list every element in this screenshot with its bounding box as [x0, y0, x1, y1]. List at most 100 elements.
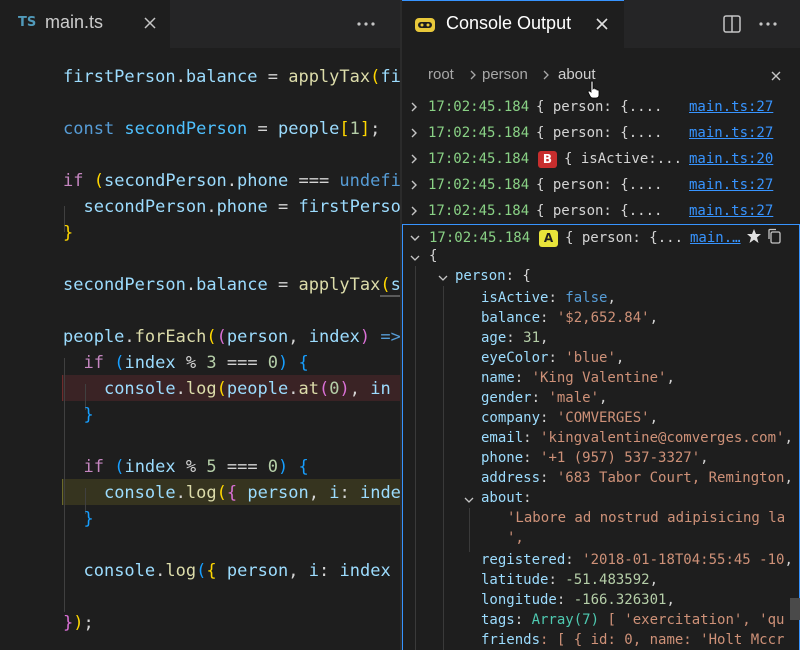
source-link[interactable]: main.ts:27	[689, 172, 773, 198]
code-token: .	[124, 327, 135, 347]
code-token: secondPerson	[103, 171, 227, 191]
code-token: (	[216, 483, 227, 503]
breadcrumb-root[interactable]: root	[428, 66, 454, 83]
log-entry[interactable]: 17:02:45.184 { person: {.... main.ts:27	[402, 172, 800, 198]
chevron-down-icon[interactable]	[409, 232, 421, 244]
code-line: firstPerson.balance = applyTax(fi	[63, 64, 400, 90]
chevron-right-icon[interactable]	[408, 153, 420, 165]
log-detail-tree: { person: { isActive: false, balance: '$2…	[402, 246, 800, 650]
tree-property: gender: 'male',	[481, 390, 608, 406]
code-token: inde	[359, 483, 400, 503]
scrollbar-thumb[interactable]	[790, 598, 800, 620]
star-icon[interactable]	[746, 228, 762, 244]
log-entry[interactable]: 17:02:45.184 { person: {.... main.ts:27	[402, 94, 800, 120]
chevron-right-icon[interactable]	[408, 179, 420, 191]
code-token: :	[319, 561, 340, 581]
source-link[interactable]: main.ts:27	[689, 120, 773, 146]
code-token: firstPerso	[298, 197, 400, 217]
log-entry[interactable]: 17:02:45.184 B { isActive:... main.ts:20	[402, 146, 800, 172]
code-token: (	[380, 275, 391, 295]
panel-tab-bar: Console Output	[402, 0, 800, 48]
code-token: balance	[196, 275, 268, 295]
tree-property: isActive: false,	[481, 290, 616, 306]
log-entry[interactable]: 17:02:45.184 { person: {.... main.ts:27	[402, 120, 800, 146]
code-token: index	[124, 457, 176, 477]
tree-property: registered: '2018-01-18T04:55:45 -10,	[481, 552, 793, 568]
code-token: .	[185, 275, 197, 295]
code-token: index	[124, 353, 176, 373]
tree-node-person[interactable]: person: {	[455, 266, 531, 286]
code-token: :	[339, 483, 360, 503]
code-token: .	[175, 379, 186, 399]
more-actions-icon[interactable]	[354, 12, 378, 36]
log-timestamp: 17:02:45.184	[428, 125, 530, 141]
breadcrumb-person[interactable]: person	[482, 66, 528, 83]
code-token: console	[103, 379, 176, 399]
breadcrumb: root person about	[402, 58, 800, 99]
tree-guide	[443, 286, 444, 650]
code-token: 0	[329, 379, 340, 399]
code-token: applyTax	[298, 275, 381, 295]
code-token: fi	[380, 67, 400, 87]
chevron-down-icon[interactable]	[463, 494, 475, 506]
tree-node-friends[interactable]: friends: [ { id: 0, name: 'Holt Mccr	[481, 630, 784, 650]
code-line: console.log({ person, i: index	[63, 558, 390, 584]
source-link[interactable]: main.ts:27	[689, 198, 773, 224]
code-token: if	[83, 353, 115, 373]
close-icon[interactable]	[768, 68, 784, 84]
code-line: if (secondPerson.phone === undefi	[63, 168, 400, 194]
code-token: console	[103, 483, 176, 503]
source-link[interactable]: main.ts:27	[689, 94, 773, 120]
code-token: .	[288, 379, 299, 399]
code-token: ,	[308, 483, 330, 503]
tree-property: balance: '$2,652.84',	[481, 310, 659, 326]
code-token: .	[155, 561, 166, 581]
log-timestamp: 17:02:45.184	[428, 151, 530, 167]
close-icon[interactable]	[140, 13, 160, 33]
tree-property: longitude: -166.326301,	[481, 592, 675, 608]
code-token: person	[226, 327, 289, 347]
code-token: (	[318, 379, 330, 399]
chevron-right-icon[interactable]	[408, 205, 420, 217]
tree-open-brace: {	[429, 248, 438, 264]
chevron-down-icon[interactable]	[409, 252, 421, 264]
close-icon[interactable]	[592, 14, 612, 34]
code-token: ===	[216, 457, 268, 477]
chevron-down-icon[interactable]	[437, 272, 449, 284]
code-token: ,	[349, 379, 371, 399]
code-token: ;	[370, 119, 381, 139]
split-editor-icon[interactable]	[720, 12, 744, 36]
tab-console-output[interactable]: Console Output	[402, 0, 624, 48]
code-line: const secondPerson = people[1];	[63, 116, 380, 142]
code-token: [	[339, 119, 350, 139]
code-token: )	[278, 353, 289, 373]
log-entry[interactable]: 17:02:45.184 { person: {.... main.ts:27	[402, 198, 800, 224]
copy-icon[interactable]	[766, 228, 782, 244]
code-token: }	[83, 405, 94, 425]
tree-node-tags[interactable]: tags: Array(7) [ 'exercitation', 'qu	[481, 610, 784, 630]
tree-node-about[interactable]: about:	[481, 488, 532, 508]
code-token: )	[278, 457, 289, 477]
code-token: ]	[359, 119, 371, 139]
chevron-right-icon[interactable]	[408, 127, 420, 139]
code-token: 0	[267, 353, 279, 373]
more-actions-icon[interactable]	[756, 12, 780, 36]
panel-title: Console Output	[446, 13, 572, 33]
code-token: index	[308, 327, 360, 347]
tab-main-ts[interactable]: TS main.ts	[0, 0, 170, 48]
chevron-right-icon[interactable]	[408, 101, 420, 113]
code-token: in	[370, 379, 391, 399]
source-link[interactable]: main.ts:20	[689, 146, 773, 172]
typescript-icon: TS	[18, 15, 37, 30]
tree-property: latitude: -51.483592,	[481, 572, 659, 588]
code-token: people	[277, 119, 340, 139]
code-editor[interactable]: firstPerson.balance = applyTax(fi const s…	[0, 48, 400, 650]
code-token: if	[63, 171, 94, 191]
log-badge: B	[538, 151, 557, 168]
code-token: 0	[267, 457, 279, 477]
code-token: =	[257, 67, 289, 87]
code-token: {	[226, 483, 238, 503]
